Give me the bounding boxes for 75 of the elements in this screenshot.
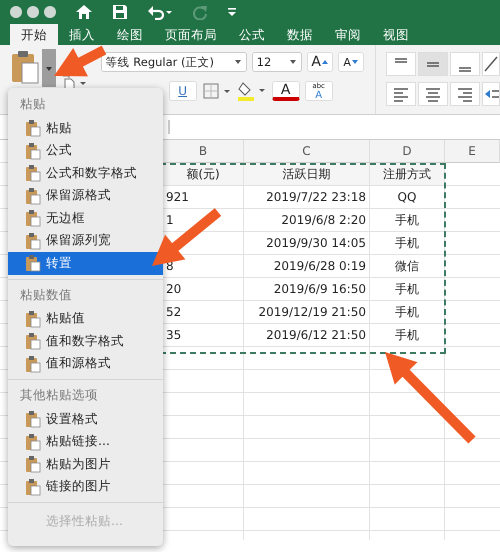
font-name-field[interactable]: 等线 Regular (正文)	[100, 52, 247, 72]
shrink-font-button[interactable]: A	[338, 52, 364, 72]
redo-icon	[192, 4, 208, 20]
caret-icon	[288, 59, 297, 65]
menu-section-header: 粘贴	[19, 95, 47, 113]
clipboard-icon	[25, 455, 41, 474]
borders-icon[interactable]	[202, 81, 232, 101]
vertical-align-icon[interactable]	[450, 52, 480, 76]
clipboard-icon	[25, 478, 41, 496]
indent-icon[interactable]	[482, 82, 500, 106]
window-control-icon[interactable]	[10, 6, 22, 18]
ribbon-tab[interactable]: 公式	[228, 24, 276, 45]
save-icon[interactable]	[112, 4, 128, 20]
menu-item[interactable]: 链接的图片	[8, 476, 163, 498]
horizontal-align-icon[interactable]	[450, 82, 480, 106]
clipboard-icon	[25, 332, 41, 350]
font-color-button[interactable]: A	[272, 81, 300, 101]
column-header[interactable]: D	[370, 140, 445, 163]
undo-icon[interactable]	[147, 4, 173, 20]
ribbon-tab[interactable]: 数据	[276, 24, 324, 45]
grow-font-button[interactable]: A	[306, 52, 333, 72]
paste-dropdown-button[interactable]	[42, 49, 56, 87]
clipboard-icon	[25, 119, 41, 138]
menu-item[interactable]: 值和数字格式	[8, 330, 163, 352]
menu-item[interactable]: 粘贴值	[8, 308, 163, 330]
underline-button[interactable]: U	[168, 81, 197, 101]
menu-item[interactable]: 保留源格式	[8, 184, 163, 207]
paste-button[interactable]	[10, 49, 40, 85]
annotation-arrow	[54, 46, 106, 76]
menu-item[interactable]: 粘贴链接...	[8, 430, 163, 453]
menu-item[interactable]: 公式	[8, 140, 163, 162]
table-cell: 活跃日期	[244, 163, 370, 186]
window-control-icon[interactable]	[44, 6, 56, 18]
clipboard-icon	[25, 254, 41, 272]
menu-item[interactable]: 保留源列宽	[8, 230, 163, 252]
column-header[interactable]: B	[163, 140, 244, 163]
menu-item[interactable]: 值和源格式	[8, 352, 163, 375]
customize-toolbar-icon[interactable]	[227, 6, 237, 18]
clipboard-icon	[25, 209, 41, 228]
ribbon-tab[interactable]: 插入	[58, 24, 106, 45]
horizontal-align-icon[interactable]	[418, 82, 448, 106]
window-control-icon[interactable]	[27, 6, 39, 18]
clipboard-icon	[25, 164, 41, 182]
vertical-align-icon[interactable]	[386, 52, 416, 76]
menu-section-header: 其他粘贴选项	[19, 386, 99, 404]
menu-item[interactable]: 公式和数字格式	[8, 162, 163, 184]
clipboard-icon	[25, 142, 41, 160]
clipboard-icon	[25, 432, 41, 451]
table-cell: 额(元)	[163, 163, 244, 186]
home-icon[interactable]	[75, 4, 93, 20]
menu-item[interactable]: 转置	[8, 252, 163, 274]
ribbon-tab[interactable]: 视图	[372, 24, 420, 45]
menu-item[interactable]: 粘贴	[8, 117, 163, 140]
horizontal-align-icon[interactable]	[386, 82, 416, 106]
menu-section-header: 粘贴数值	[19, 286, 73, 304]
clipboard-icon	[25, 354, 41, 373]
menu-item[interactable]: 粘贴为图片	[8, 453, 163, 476]
clipboard-icon	[25, 232, 41, 250]
column-header[interactable]: E	[445, 140, 500, 163]
ribbon-tab[interactable]: 页面布局	[154, 24, 228, 45]
menu-item[interactable]: 无边框	[8, 207, 163, 230]
column-header[interactable]: C	[244, 140, 370, 163]
clipboard-icon	[25, 410, 41, 428]
vertical-align-icon[interactable]	[418, 52, 448, 76]
clipboard-icon	[25, 186, 41, 205]
menu-item[interactable]: 设置格式	[8, 408, 163, 430]
ribbon-tab[interactable]: 绘图	[106, 24, 154, 45]
clipboard-icon	[25, 310, 41, 328]
fill-color-icon[interactable]	[236, 80, 267, 102]
ribbon-tab[interactable]: 审阅	[324, 24, 372, 45]
orientation-icon[interactable]	[482, 52, 500, 76]
caret-icon	[234, 59, 242, 65]
ribbon-tab[interactable]: 开始	[10, 24, 58, 45]
font-size-field[interactable]: 12	[252, 52, 302, 72]
table-cell: 注册方式	[370, 163, 445, 186]
